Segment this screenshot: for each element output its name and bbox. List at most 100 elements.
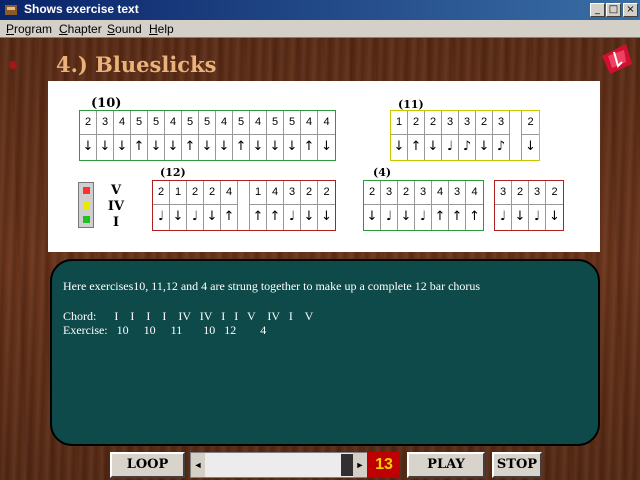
exercise-label-10: (10) [91, 96, 122, 111]
maximize-button[interactable]: □ [606, 3, 621, 17]
note-cell[interactable]: 1 ↓ [170, 181, 187, 230]
page-title: 4.) Blueslicks [56, 52, 217, 77]
note-cell[interactable]: 4 ↑ [466, 181, 483, 230]
hole-number: 5 [233, 111, 249, 135]
note-cell[interactable]: 4 ↑ [301, 111, 318, 160]
hole-number: 4 [432, 181, 448, 205]
note-cell[interactable]: 5 ↑ [131, 111, 148, 160]
note-cell[interactable]: 3 ♪ [493, 111, 510, 160]
scroll-thumb[interactable] [341, 454, 353, 476]
hole-number: 4 [250, 111, 266, 135]
note-cell[interactable]: 3 ↓ [97, 111, 114, 160]
light-i [83, 216, 90, 223]
exercise-group-10[interactable]: 2 ↓ 3 ↓ 4 ↓ 5 ↑ 5 ↓ 4 ↓ 5 ↑ 5 ↓ 4 ↓ 5 ↑ 4 ↓ 5 ↓ 5 ↓ 4 ↑ 4 ↓ [79, 110, 336, 161]
scroll-right-icon[interactable]: ► [353, 453, 367, 477]
position-scrollbar[interactable]: ◄ ► [190, 452, 367, 478]
note-cell[interactable]: 4 ↓ [165, 111, 182, 160]
hole-number: 2 [546, 181, 563, 205]
menu-sound[interactable]: Sound [107, 22, 142, 36]
note-cell[interactable]: 1 ↑ [250, 181, 267, 230]
note-cell[interactable]: 5 ↑ [233, 111, 250, 160]
menu-bar: Program Chapter Sound Help [0, 20, 640, 38]
note-cell[interactable]: 2 ↓ [364, 181, 381, 230]
note-cell[interactable]: 4 ↑ [432, 181, 449, 230]
chord-label-v: V [110, 183, 122, 198]
hole-number: 2 [80, 111, 96, 135]
note-cell[interactable]: 5 ↓ [199, 111, 216, 160]
note-cell[interactable]: 5 ↓ [148, 111, 165, 160]
note-cell[interactable]: 4 ↓ [250, 111, 267, 160]
exercise-group-11[interactable]: 1 ↓ 2 ↑ 2 ↓ 3 ♩ 3 ♪ 2 ↓ 3 ♪ 2 ↓ [390, 110, 540, 161]
note-cell[interactable]: 4 ↓ [318, 111, 335, 160]
note-cell[interactable]: 3 ♩ [284, 181, 301, 230]
note-cell[interactable]: 4 ↓ [114, 111, 131, 160]
note-cell[interactable]: 2 ♩ [153, 181, 170, 230]
breath-direction-icon: ↓ [549, 209, 560, 224]
breath-direction-icon: ↓ [167, 139, 179, 154]
note-cell[interactable]: 5 ↓ [284, 111, 301, 160]
breath-direction-icon: ↓ [400, 209, 412, 224]
note-cell[interactable]: 1 ↓ [391, 111, 408, 160]
note-cell[interactable]: 2 ↓ [476, 111, 493, 160]
hole-number: 4 [267, 181, 283, 205]
note-cell[interactable]: 5 ↑ [182, 111, 199, 160]
exercise-label-12: (12) [160, 166, 186, 179]
menu-chapter[interactable]: Chapter [59, 22, 102, 36]
chord-indicator [78, 182, 94, 228]
note-cell[interactable]: 3 ↑ [449, 181, 466, 230]
breath-direction-icon: ↑ [303, 139, 315, 154]
hole-number: 5 [284, 111, 300, 135]
brand-logo-icon[interactable] [600, 42, 634, 76]
exercise-group-12[interactable]: 2 ♩ 1 ↓ 2 ♩ 2 ↓ 4 ↑ 1 ↑ 4 ↑ 3 ♩ 2 ↓ 2 ↓ [152, 180, 336, 231]
scroll-left-icon[interactable]: ◄ [191, 453, 205, 477]
exercise-group-4-end[interactable]: 3 ♩ 2 ↓ 3 ♩ 2 ↓ [494, 180, 564, 231]
hole-number: 3 [529, 181, 545, 205]
hole-number: 3 [415, 181, 431, 205]
hole-number: 3 [442, 111, 458, 135]
app-icon [5, 5, 17, 15]
note-cell[interactable]: 3 ♩ [415, 181, 432, 230]
close-button[interactable]: × [623, 3, 638, 17]
note-cell[interactable]: 3 ♩ [442, 111, 459, 160]
breath-direction-icon: ↑ [410, 139, 422, 154]
breath-direction-icon: ↓ [478, 139, 490, 154]
hole-number: 4 [114, 111, 130, 135]
stop-button[interactable]: STOP [492, 452, 542, 478]
note-cell[interactable]: 2 ↓ [425, 111, 442, 160]
breath-direction-icon: ↓ [82, 139, 94, 154]
note-cell[interactable]: 2 ↓ [512, 181, 529, 230]
chord-row: Chord: I I I I IV IV I I V IV I V [63, 309, 314, 323]
note-cell[interactable]: 4 ↑ [267, 181, 284, 230]
hole-number: 2 [204, 181, 220, 205]
breath-direction-icon: ↓ [303, 209, 315, 224]
note-cell[interactable]: 2 ↓ [80, 111, 97, 160]
note-cell[interactable]: 2 ↓ [546, 181, 563, 230]
note-cell[interactable]: 2 ↓ [301, 181, 318, 230]
note-cell[interactable]: 5 ↓ [267, 111, 284, 160]
title-bar[interactable]: Shows exercise text _ □ × [0, 0, 640, 20]
loop-button[interactable]: LOOP [110, 452, 185, 478]
breath-direction-icon: ♩ [446, 139, 454, 154]
hole-number: 4 [466, 181, 483, 205]
breath-direction-icon: ↓ [269, 139, 281, 154]
note-cell[interactable]: 2 ↓ [204, 181, 221, 230]
exercise-group-4[interactable]: 2 ↓ 3 ♩ 2 ↓ 3 ♩ 4 ↑ 3 ↑ 4 ↑ [363, 180, 484, 231]
note-cell[interactable]: 4 ↑ [221, 181, 238, 230]
note-cell[interactable]: 2 ↓ [318, 181, 335, 230]
note-cell[interactable]: 4 ↓ [216, 111, 233, 160]
menu-program[interactable]: Program [6, 22, 52, 36]
minimize-button[interactable]: _ [590, 3, 605, 17]
note-cell[interactable]: 2 ↑ [408, 111, 425, 160]
note-cell[interactable]: 3 ♩ [529, 181, 546, 230]
menu-help[interactable]: Help [149, 22, 174, 36]
note-cell[interactable]: 3 ♩ [495, 181, 512, 230]
note-cell[interactable]: 2 ♩ [187, 181, 204, 230]
note-cell[interactable]: 3 ♪ [459, 111, 476, 160]
note-cell[interactable]: 3 ♩ [381, 181, 398, 230]
breath-direction-icon: ↓ [252, 139, 264, 154]
hole-number: 5 [131, 111, 147, 135]
play-button[interactable]: PLAY [407, 452, 485, 478]
hole-number: 3 [381, 181, 397, 205]
note-cell[interactable]: 2 ↓ [398, 181, 415, 230]
note-cell[interactable]: 2 ↓ [522, 111, 539, 160]
